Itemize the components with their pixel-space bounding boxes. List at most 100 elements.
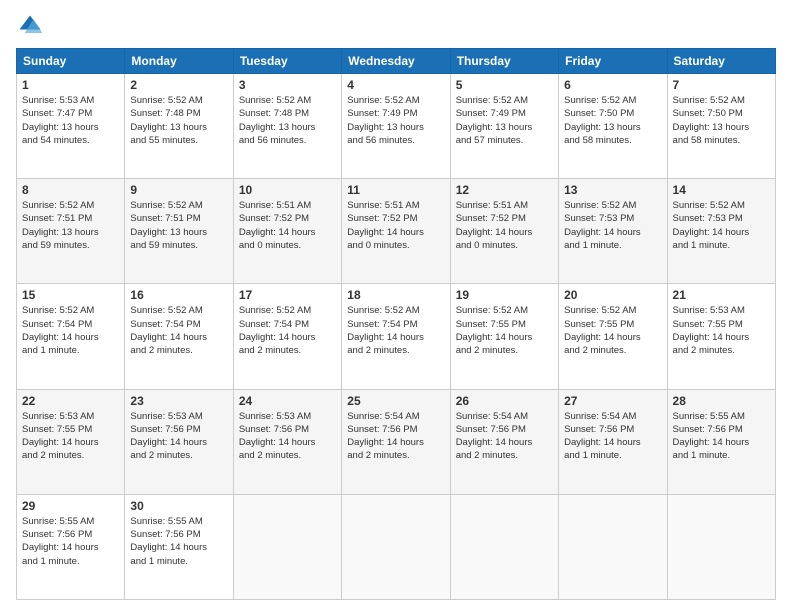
day-cell — [342, 494, 450, 599]
day-number: 20 — [564, 288, 661, 302]
day-cell: 10 Sunrise: 5:51 AM Sunset: 7:52 PM Dayli… — [233, 179, 341, 284]
day-info: Sunrise: 5:52 AM Sunset: 7:54 PM Dayligh… — [130, 304, 227, 357]
day-cell: 21 Sunrise: 5:53 AM Sunset: 7:55 PM Dayli… — [667, 284, 775, 389]
day-cell: 13 Sunrise: 5:52 AM Sunset: 7:53 PM Dayli… — [559, 179, 667, 284]
day-info: Sunrise: 5:52 AM Sunset: 7:48 PM Dayligh… — [130, 94, 227, 147]
day-number: 26 — [456, 394, 553, 408]
day-number: 1 — [22, 78, 119, 92]
day-header-tuesday: Tuesday — [233, 49, 341, 74]
day-info: Sunrise: 5:53 AM Sunset: 7:47 PM Dayligh… — [22, 94, 119, 147]
day-number: 16 — [130, 288, 227, 302]
day-info: Sunrise: 5:51 AM Sunset: 7:52 PM Dayligh… — [239, 199, 336, 252]
calendar-header: SundayMondayTuesdayWednesdayThursdayFrid… — [17, 49, 776, 74]
day-number: 27 — [564, 394, 661, 408]
day-info: Sunrise: 5:51 AM Sunset: 7:52 PM Dayligh… — [456, 199, 553, 252]
day-number: 21 — [673, 288, 770, 302]
day-info: Sunrise: 5:55 AM Sunset: 7:56 PM Dayligh… — [673, 410, 770, 463]
day-number: 17 — [239, 288, 336, 302]
day-headers-row: SundayMondayTuesdayWednesdayThursdayFrid… — [17, 49, 776, 74]
week-row-4: 29 Sunrise: 5:55 AM Sunset: 7:56 PM Dayli… — [17, 494, 776, 599]
day-info: Sunrise: 5:55 AM Sunset: 7:56 PM Dayligh… — [22, 515, 119, 568]
day-header-saturday: Saturday — [667, 49, 775, 74]
day-cell: 2Sunrise: 5:52 AM Sunset: 7:48 PM Daylig… — [125, 74, 233, 179]
day-number: 25 — [347, 394, 444, 408]
day-cell: 16 Sunrise: 5:52 AM Sunset: 7:54 PM Dayli… — [125, 284, 233, 389]
day-number: 13 — [564, 183, 661, 197]
day-number: 4 — [347, 78, 444, 92]
day-cell: 15Sunrise: 5:52 AM Sunset: 7:54 PM Dayli… — [17, 284, 125, 389]
day-number: 29 — [22, 499, 119, 513]
day-info: Sunrise: 5:52 AM Sunset: 7:49 PM Dayligh… — [347, 94, 444, 147]
day-cell: 20 Sunrise: 5:52 AM Sunset: 7:55 PM Dayli… — [559, 284, 667, 389]
day-info: Sunrise: 5:53 AM Sunset: 7:56 PM Dayligh… — [239, 410, 336, 463]
day-header-monday: Monday — [125, 49, 233, 74]
week-row-3: 22 Sunrise: 5:53 AM Sunset: 7:55 PM Dayli… — [17, 389, 776, 494]
day-number: 10 — [239, 183, 336, 197]
day-cell: 26 Sunrise: 5:54 AM Sunset: 7:56 PM Dayli… — [450, 389, 558, 494]
calendar-body: 1 Sunrise: 5:53 AM Sunset: 7:47 PM Daylig… — [17, 74, 776, 600]
day-cell: 14 Sunrise: 5:52 AM Sunset: 7:53 PM Dayli… — [667, 179, 775, 284]
day-cell: 23 Sunrise: 5:53 AM Sunset: 7:56 PM Dayli… — [125, 389, 233, 494]
day-number: 14 — [673, 183, 770, 197]
day-number: 8 — [22, 183, 119, 197]
day-cell: 22 Sunrise: 5:53 AM Sunset: 7:55 PM Dayli… — [17, 389, 125, 494]
day-info: Sunrise: 5:52 AM Sunset: 7:50 PM Dayligh… — [673, 94, 770, 147]
week-row-1: 8 Sunrise: 5:52 AM Sunset: 7:51 PM Daylig… — [17, 179, 776, 284]
day-number: 22 — [22, 394, 119, 408]
day-info: Sunrise: 5:52 AM Sunset: 7:55 PM Dayligh… — [564, 304, 661, 357]
calendar-table: SundayMondayTuesdayWednesdayThursdayFrid… — [16, 48, 776, 600]
day-info: Sunrise: 5:52 AM Sunset: 7:55 PM Dayligh… — [456, 304, 553, 357]
day-number: 30 — [130, 499, 227, 513]
day-number: 9 — [130, 183, 227, 197]
day-info: Sunrise: 5:52 AM Sunset: 7:54 PM Dayligh… — [239, 304, 336, 357]
day-cell: 24 Sunrise: 5:53 AM Sunset: 7:56 PM Dayli… — [233, 389, 341, 494]
day-cell: 9 Sunrise: 5:52 AM Sunset: 7:51 PM Daylig… — [125, 179, 233, 284]
day-info: Sunrise: 5:53 AM Sunset: 7:55 PM Dayligh… — [22, 410, 119, 463]
day-number: 23 — [130, 394, 227, 408]
day-info: Sunrise: 5:55 AM Sunset: 7:56 PM Dayligh… — [130, 515, 227, 568]
week-row-2: 15Sunrise: 5:52 AM Sunset: 7:54 PM Dayli… — [17, 284, 776, 389]
day-info: Sunrise: 5:54 AM Sunset: 7:56 PM Dayligh… — [456, 410, 553, 463]
day-info: Sunrise: 5:51 AM Sunset: 7:52 PM Dayligh… — [347, 199, 444, 252]
day-number: 11 — [347, 183, 444, 197]
day-number: 3 — [239, 78, 336, 92]
day-info: Sunrise: 5:52 AM Sunset: 7:48 PM Dayligh… — [239, 94, 336, 147]
day-cell: 27 Sunrise: 5:54 AM Sunset: 7:56 PM Dayli… — [559, 389, 667, 494]
day-cell: 4 Sunrise: 5:52 AM Sunset: 7:49 PM Daylig… — [342, 74, 450, 179]
day-info: Sunrise: 5:53 AM Sunset: 7:56 PM Dayligh… — [130, 410, 227, 463]
day-cell — [233, 494, 341, 599]
day-cell: 28 Sunrise: 5:55 AM Sunset: 7:56 PM Dayli… — [667, 389, 775, 494]
day-number: 12 — [456, 183, 553, 197]
logo-icon — [16, 12, 44, 40]
day-number: 6 — [564, 78, 661, 92]
day-cell: 3 Sunrise: 5:52 AM Sunset: 7:48 PM Daylig… — [233, 74, 341, 179]
day-header-friday: Friday — [559, 49, 667, 74]
day-info: Sunrise: 5:52 AM Sunset: 7:49 PM Dayligh… — [456, 94, 553, 147]
day-header-sunday: Sunday — [17, 49, 125, 74]
day-cell: 8Sunrise: 5:52 AM Sunset: 7:51 PM Daylig… — [17, 179, 125, 284]
week-row-0: 1 Sunrise: 5:53 AM Sunset: 7:47 PM Daylig… — [17, 74, 776, 179]
logo — [16, 12, 48, 40]
day-number: 28 — [673, 394, 770, 408]
header — [16, 12, 776, 40]
day-cell: 1 Sunrise: 5:53 AM Sunset: 7:47 PM Daylig… — [17, 74, 125, 179]
day-cell: 17 Sunrise: 5:52 AM Sunset: 7:54 PM Dayli… — [233, 284, 341, 389]
page: SundayMondayTuesdayWednesdayThursdayFrid… — [0, 0, 792, 612]
day-cell: 18Sunrise: 5:52 AM Sunset: 7:54 PM Dayli… — [342, 284, 450, 389]
day-info: Sunrise: 5:53 AM Sunset: 7:55 PM Dayligh… — [673, 304, 770, 357]
day-info: Sunrise: 5:52 AM Sunset: 7:54 PM Dayligh… — [347, 304, 444, 357]
day-info: Sunrise: 5:52 AM Sunset: 7:53 PM Dayligh… — [673, 199, 770, 252]
day-cell: 30 Sunrise: 5:55 AM Sunset: 7:56 PM Dayli… — [125, 494, 233, 599]
day-info: Sunrise: 5:54 AM Sunset: 7:56 PM Dayligh… — [564, 410, 661, 463]
day-cell: 29 Sunrise: 5:55 AM Sunset: 7:56 PM Dayli… — [17, 494, 125, 599]
day-number: 7 — [673, 78, 770, 92]
day-cell: 11 Sunrise: 5:51 AM Sunset: 7:52 PM Dayli… — [342, 179, 450, 284]
day-number: 5 — [456, 78, 553, 92]
day-cell: 25Sunrise: 5:54 AM Sunset: 7:56 PM Dayli… — [342, 389, 450, 494]
day-info: Sunrise: 5:52 AM Sunset: 7:53 PM Dayligh… — [564, 199, 661, 252]
day-cell: 19Sunrise: 5:52 AM Sunset: 7:55 PM Dayli… — [450, 284, 558, 389]
day-cell: 6Sunrise: 5:52 AM Sunset: 7:50 PM Daylig… — [559, 74, 667, 179]
day-info: Sunrise: 5:52 AM Sunset: 7:51 PM Dayligh… — [130, 199, 227, 252]
day-number: 24 — [239, 394, 336, 408]
day-cell: 5 Sunrise: 5:52 AM Sunset: 7:49 PM Daylig… — [450, 74, 558, 179]
